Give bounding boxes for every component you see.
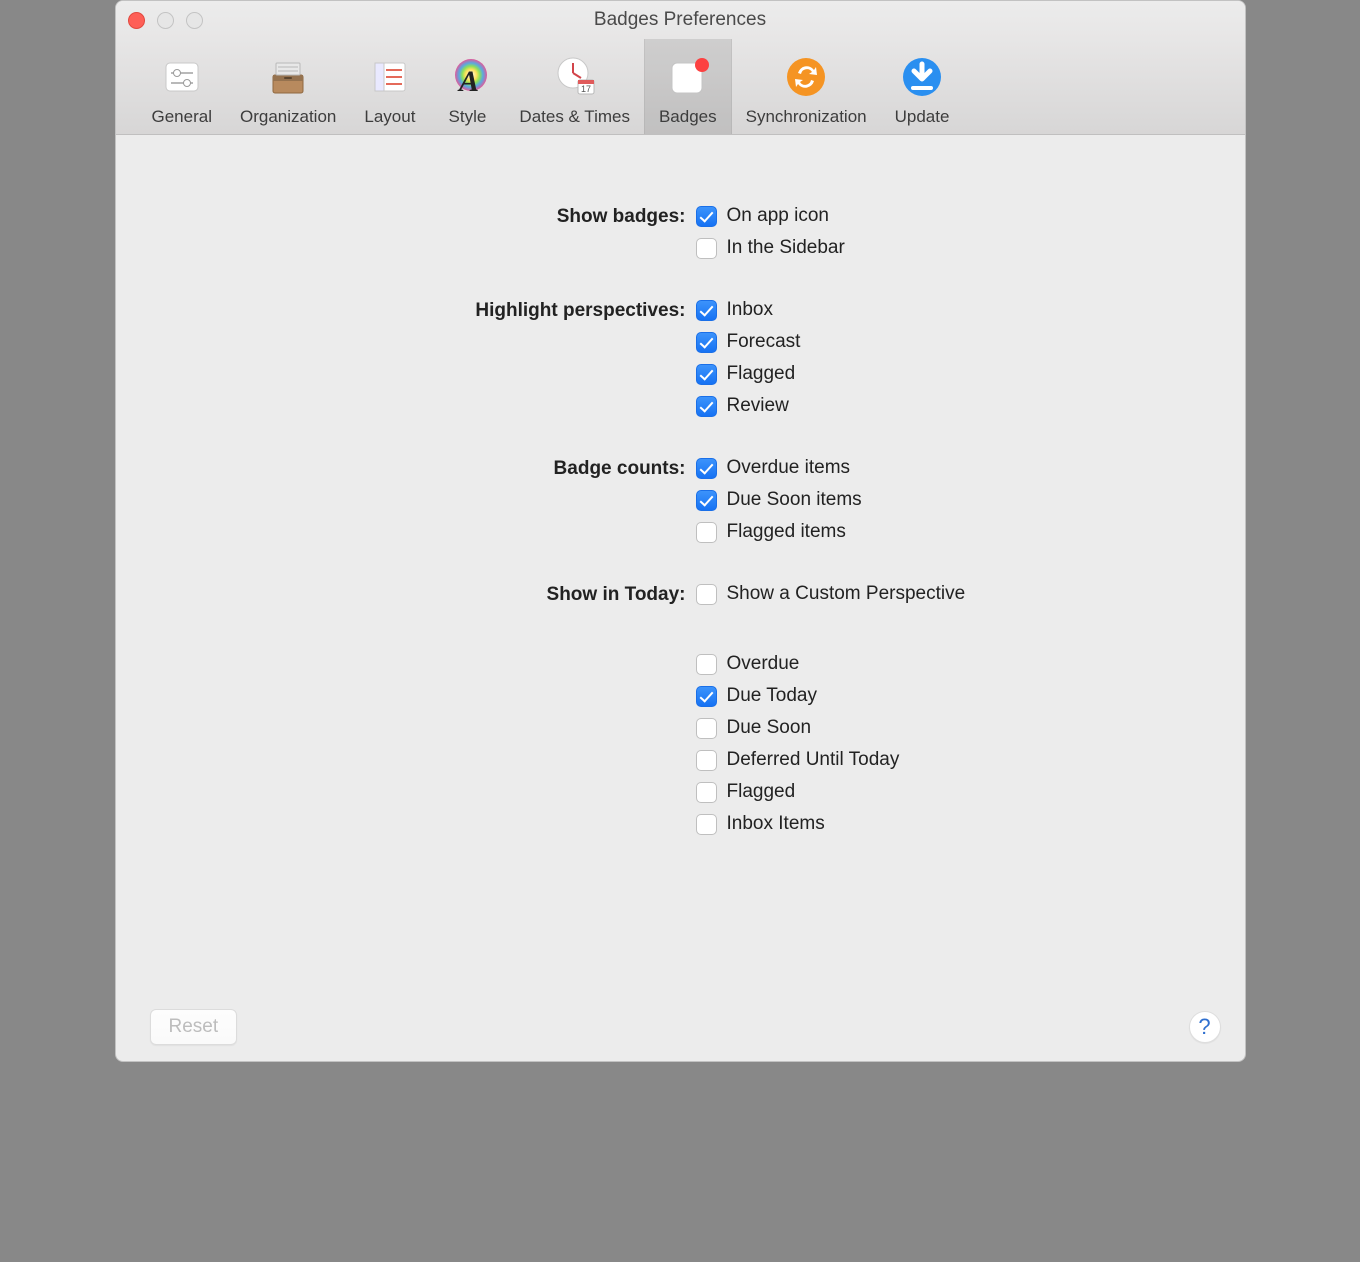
checkbox-icon xyxy=(696,654,717,675)
checkbox-label: Deferred Until Today xyxy=(727,749,900,771)
checkbox-label: In the Sidebar xyxy=(727,237,845,259)
checkbox-review[interactable]: Review xyxy=(696,395,1205,417)
download-icon xyxy=(898,53,946,101)
zoom-window-button[interactable] xyxy=(186,12,203,29)
sync-icon xyxy=(782,53,830,101)
window-title: Badges Preferences xyxy=(116,9,1245,31)
tab-layout[interactable]: Layout xyxy=(350,39,429,134)
checkbox-on-app-icon[interactable]: On app icon xyxy=(696,205,1205,227)
checkbox-due-soon[interactable]: Due Soon xyxy=(696,717,1205,739)
checkbox-inbox[interactable]: Inbox xyxy=(696,299,1205,321)
titlebar: Badges Preferences xyxy=(116,1,1245,39)
window-controls xyxy=(128,12,203,29)
checkbox-icon xyxy=(696,686,717,707)
tab-update[interactable]: Update xyxy=(881,39,964,134)
checkbox-label: Flagged items xyxy=(727,521,846,543)
checkbox-icon xyxy=(696,458,717,479)
section-show-badges: Show badges: On app icon In the Sidebar xyxy=(156,205,1205,259)
checkbox-forecast[interactable]: Forecast xyxy=(696,331,1205,353)
tab-label: Layout xyxy=(364,107,415,127)
section-highlight-perspectives: Highlight perspectives: Inbox Forecast F… xyxy=(156,299,1205,417)
section-badge-counts: Badge counts: Overdue items Due Soon ite… xyxy=(156,457,1205,543)
tab-general[interactable]: General xyxy=(138,39,226,134)
tab-organization[interactable]: Organization xyxy=(226,39,350,134)
checkbox-icon xyxy=(696,396,717,417)
checkbox-label: Overdue xyxy=(727,653,800,675)
checkbox-deferred-until-today[interactable]: Deferred Until Today xyxy=(696,749,1205,771)
checkbox-icon xyxy=(696,522,717,543)
preferences-toolbar: General Organization xyxy=(116,39,1245,135)
checkbox-icon xyxy=(696,238,717,259)
checkbox-label: Flagged xyxy=(727,363,796,385)
checkbox-label: Overdue items xyxy=(727,457,851,479)
checkbox-label: Due Soon xyxy=(727,717,812,739)
clock-calendar-icon: 17 xyxy=(551,53,599,101)
checkbox-label: Inbox Items xyxy=(727,813,825,835)
checkbox-due-soon-items[interactable]: Due Soon items xyxy=(696,489,1205,511)
svg-text:17: 17 xyxy=(581,84,591,94)
tab-label: Style xyxy=(449,107,487,127)
footer: Reset ? xyxy=(150,1009,1221,1045)
tab-label: Badges xyxy=(659,107,717,127)
checkbox-label: Review xyxy=(727,395,789,417)
reset-button[interactable]: Reset xyxy=(150,1009,238,1045)
checkbox-due-today[interactable]: Due Today xyxy=(696,685,1205,707)
checkbox-inbox-items[interactable]: Inbox Items xyxy=(696,813,1205,835)
checkbox-label: Due Soon items xyxy=(727,489,862,511)
checkbox-icon xyxy=(696,364,717,385)
tab-style[interactable]: A Style xyxy=(429,39,505,134)
checkbox-icon xyxy=(696,750,717,771)
tab-label: Update xyxy=(895,107,950,127)
label-show-in-today: Show in Today: xyxy=(156,583,696,606)
tab-label: Organization xyxy=(240,107,336,127)
content-area: Show badges: On app icon In the Sidebar … xyxy=(116,135,1245,1061)
checkbox-label: On app icon xyxy=(727,205,829,227)
tab-dates-times[interactable]: 17 Dates & Times xyxy=(505,39,644,134)
checkbox-icon xyxy=(696,814,717,835)
checkbox-label: Inbox xyxy=(727,299,773,321)
minimize-window-button[interactable] xyxy=(157,12,174,29)
label-highlight-perspectives: Highlight perspectives: xyxy=(156,299,696,322)
tab-synchronization[interactable]: Synchronization xyxy=(732,39,881,134)
checkbox-icon xyxy=(696,332,717,353)
sliders-icon xyxy=(158,53,206,101)
tab-label: Synchronization xyxy=(746,107,867,127)
checkbox-icon xyxy=(696,490,717,511)
label-show-badges: Show badges: xyxy=(156,205,696,228)
checkbox-today-flagged[interactable]: Flagged xyxy=(696,781,1205,803)
checkbox-label: Flagged xyxy=(727,781,796,803)
checkbox-label: Forecast xyxy=(727,331,801,353)
preferences-window: Badges Preferences General xyxy=(115,0,1246,1062)
checkbox-icon xyxy=(696,300,717,321)
checkbox-show-custom-perspective[interactable]: Show a Custom Perspective xyxy=(696,583,1205,605)
checkbox-in-the-sidebar[interactable]: In the Sidebar xyxy=(696,237,1205,259)
close-window-button[interactable] xyxy=(128,12,145,29)
checkbox-icon xyxy=(696,782,717,803)
badge-icon xyxy=(664,53,712,101)
checkbox-label: Due Today xyxy=(727,685,818,707)
svg-text:A: A xyxy=(457,65,479,98)
checkbox-icon xyxy=(696,718,717,739)
help-button[interactable]: ? xyxy=(1189,1011,1221,1043)
checkbox-icon xyxy=(696,206,717,227)
checkbox-flagged[interactable]: Flagged xyxy=(696,363,1205,385)
font-color-icon: A xyxy=(443,53,491,101)
checkbox-flagged-items[interactable]: Flagged items xyxy=(696,521,1205,543)
checkbox-overdue-items[interactable]: Overdue items xyxy=(696,457,1205,479)
tab-label: Dates & Times xyxy=(519,107,630,127)
tab-label: General xyxy=(152,107,212,127)
section-show-in-today: Show in Today: Show a Custom Perspective… xyxy=(156,583,1205,835)
label-badge-counts: Badge counts: xyxy=(156,457,696,480)
tab-badges[interactable]: Badges xyxy=(644,39,732,134)
checkbox-label: Show a Custom Perspective xyxy=(727,583,966,605)
checkbox-icon xyxy=(696,584,717,605)
layout-icon xyxy=(366,53,414,101)
drawer-icon xyxy=(264,53,312,101)
checkbox-overdue[interactable]: Overdue xyxy=(696,653,1205,675)
